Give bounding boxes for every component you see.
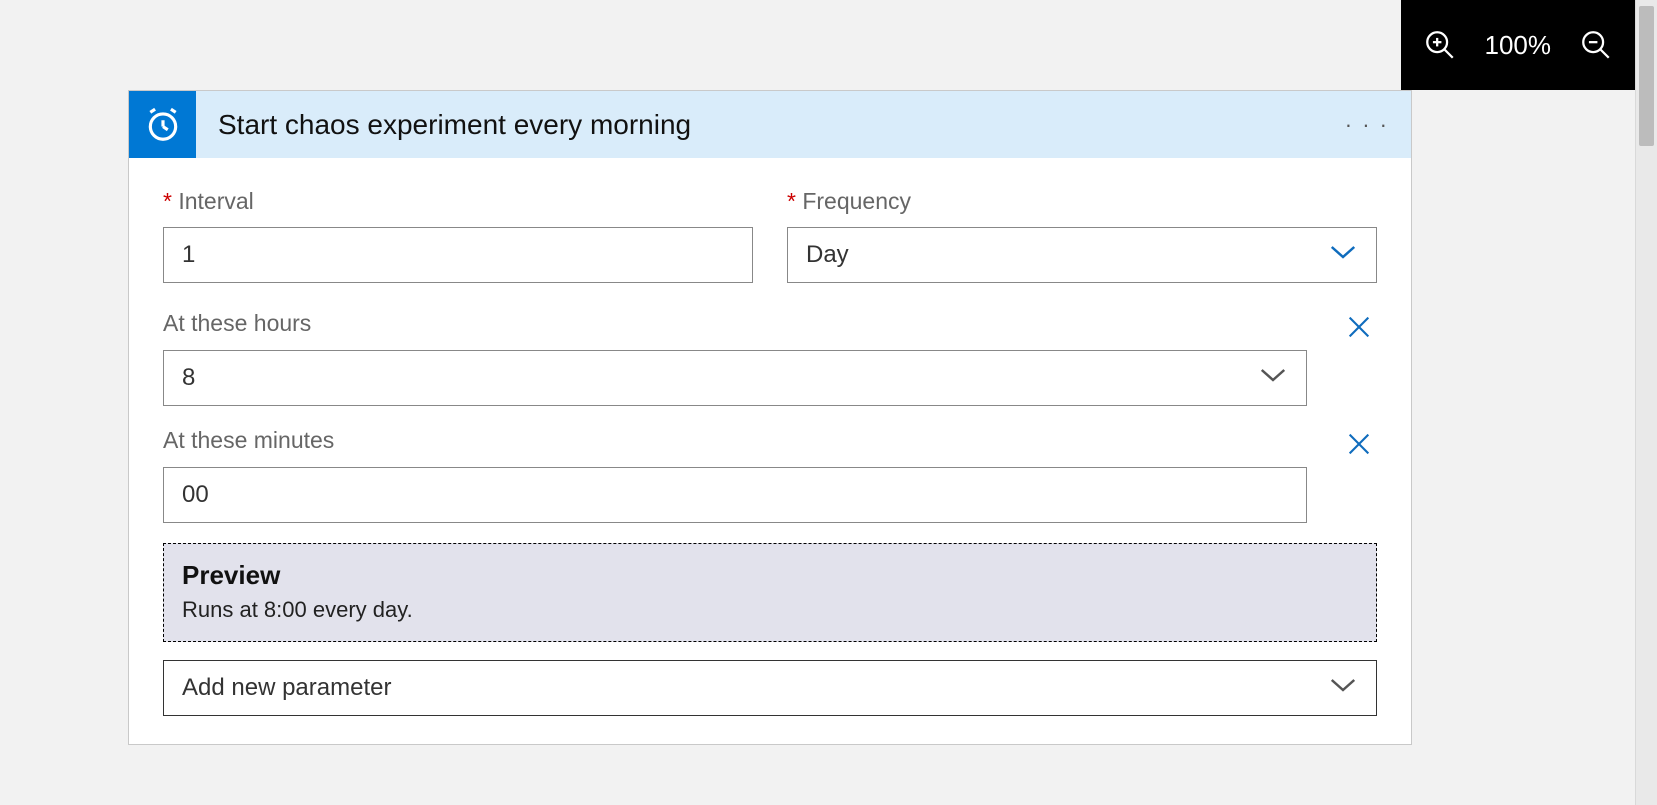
hours-value: 8 <box>182 364 195 392</box>
vertical-scrollbar[interactable] <box>1635 0 1657 805</box>
interval-value: 1 <box>182 241 195 269</box>
chevron-down-icon <box>1258 364 1288 392</box>
card-header: Start chaos experiment every morning · ·… <box>129 91 1411 158</box>
remove-hours-button[interactable] <box>1341 309 1377 350</box>
hours-label: At these hours <box>163 310 311 337</box>
zoom-level: 100% <box>1485 30 1552 61</box>
add-parameter-label: Add new parameter <box>182 674 391 702</box>
interval-field: * Interval 1 <box>163 188 753 283</box>
minutes-value: 00 <box>182 481 209 509</box>
minutes-label: At these minutes <box>163 427 334 454</box>
chevron-down-icon <box>1328 674 1358 702</box>
minutes-field: At these minutes 00 <box>163 426 1377 523</box>
preview-text: Runs at 8:00 every day. <box>182 597 1358 623</box>
hours-field: At these hours 8 <box>163 309 1377 406</box>
frequency-label: * Frequency <box>787 188 1377 215</box>
minutes-input[interactable]: 00 <box>163 467 1307 523</box>
card-body: * Interval 1 * Frequency Day <box>129 158 1411 744</box>
card-title: Start chaos experiment every morning <box>218 109 1345 141</box>
alarm-clock-icon <box>129 91 196 158</box>
zoom-in-icon[interactable] <box>1423 28 1457 62</box>
preview-title: Preview <box>182 560 1358 591</box>
recurrence-card: Start chaos experiment every morning · ·… <box>128 90 1412 745</box>
chevron-down-icon <box>1328 241 1358 269</box>
more-menu-button[interactable]: · · · <box>1345 112 1389 138</box>
zoom-toolbar: 100% <box>1401 0 1636 90</box>
add-parameter-select[interactable]: Add new parameter <box>163 660 1377 716</box>
scrollbar-thumb[interactable] <box>1639 6 1654 146</box>
preview-box: Preview Runs at 8:00 every day. <box>163 543 1377 642</box>
frequency-field: * Frequency Day <box>787 188 1377 283</box>
remove-minutes-button[interactable] <box>1341 426 1377 467</box>
interval-input[interactable]: 1 <box>163 227 753 283</box>
interval-frequency-row: * Interval 1 * Frequency Day <box>163 188 1377 283</box>
frequency-select[interactable]: Day <box>787 227 1377 283</box>
hours-select[interactable]: 8 <box>163 350 1307 406</box>
interval-label: * Interval <box>163 188 753 215</box>
frequency-value: Day <box>806 241 849 269</box>
zoom-out-icon[interactable] <box>1579 28 1613 62</box>
